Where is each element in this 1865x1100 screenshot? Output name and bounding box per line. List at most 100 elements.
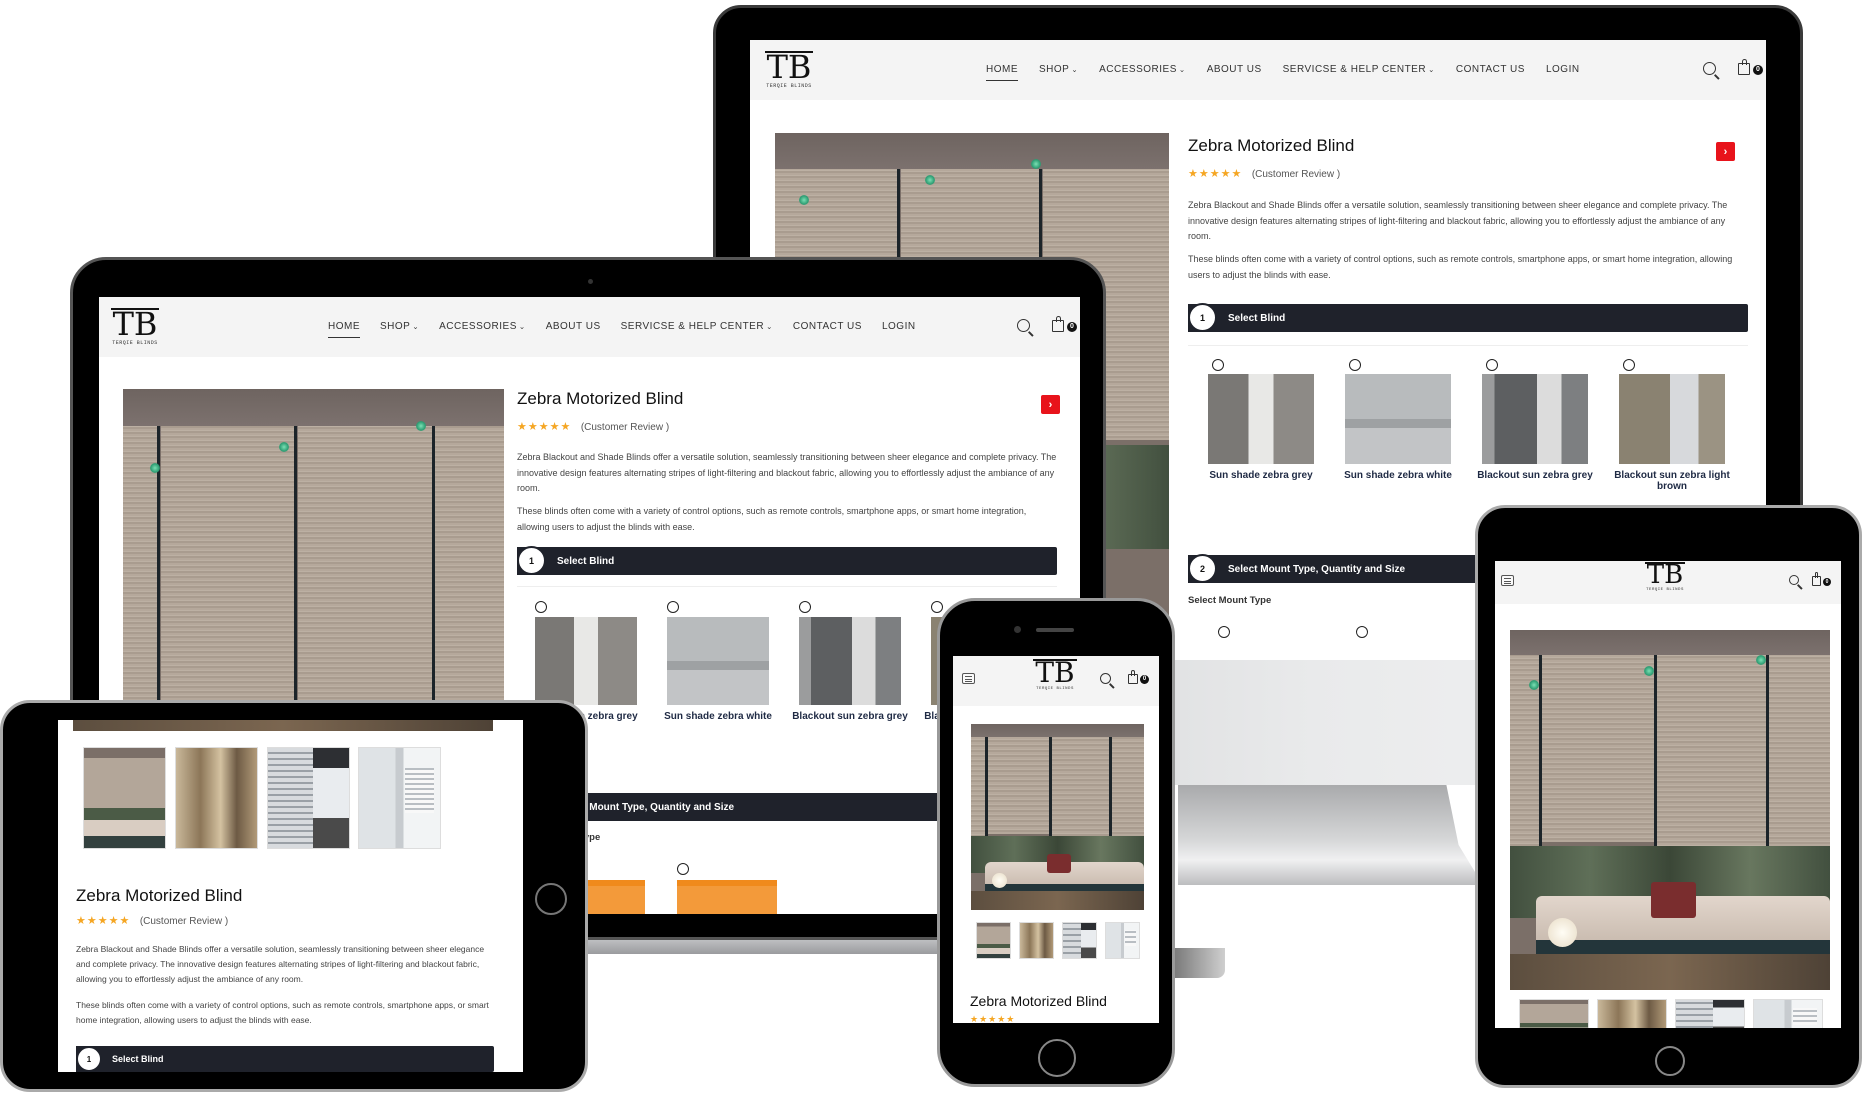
blind-radio[interactable] xyxy=(1623,359,1635,371)
customer-review-link[interactable]: (Customer Review ) xyxy=(581,422,669,433)
blind-swatch[interactable] xyxy=(1482,374,1588,464)
nav-home[interactable]: HOME xyxy=(328,321,360,338)
blind-radio[interactable] xyxy=(1349,359,1361,371)
step-number: 1 xyxy=(1188,303,1217,332)
blind-label: Sun shade zebra white xyxy=(1344,470,1452,481)
home-button[interactable] xyxy=(1655,1046,1685,1076)
nav-shop[interactable]: SHOP ⌄ xyxy=(1039,64,1078,75)
nav-contact-us[interactable]: CONTACT US xyxy=(1456,64,1525,75)
chevron-down-icon: ⌄ xyxy=(766,322,773,331)
search-icon[interactable] xyxy=(1789,575,1799,585)
step-select-blind[interactable]: 1 Select Blind xyxy=(517,546,1057,575)
product-description: Zebra Blackout and Shade Blinds offer a … xyxy=(1188,200,1728,241)
nav-about-us[interactable]: ABOUT US xyxy=(1207,64,1262,75)
mount-radio[interactable] xyxy=(1356,626,1368,638)
mount-option-outside[interactable] xyxy=(677,880,777,914)
nav-services-help-center[interactable]: SERVICSE & HELP CENTER ⌄ xyxy=(1283,64,1435,75)
step-select-blind[interactable]: 1 Select Blind xyxy=(76,1046,494,1072)
rating-stars: ★★★★★ xyxy=(517,420,572,433)
front-camera xyxy=(1014,626,1021,633)
shopping-bag-icon[interactable]: 0 xyxy=(1128,670,1149,684)
brand-logo[interactable]: TB TERQIE BLINDS xyxy=(110,308,160,346)
gallery-thumbnail[interactable] xyxy=(358,747,441,849)
blind-swatch[interactable] xyxy=(1208,374,1314,464)
cart-count-badge: 0 xyxy=(1823,578,1831,586)
search-icon[interactable] xyxy=(1017,319,1030,332)
blind-radio[interactable] xyxy=(799,601,811,613)
blind-radio[interactable] xyxy=(931,601,943,613)
site-header: TB TERQIE BLINDS HOME SHOP ⌄ ACCESSORIES ⌄… xyxy=(750,40,1766,100)
step-number: 1 xyxy=(76,1046,102,1072)
nav-about-us[interactable]: ABOUT US xyxy=(546,321,601,332)
gallery-thumbnail[interactable] xyxy=(1675,999,1745,1028)
product-title: Zebra Motorized Blind xyxy=(1188,136,1355,155)
nav-contact-us[interactable]: CONTACT US xyxy=(793,321,862,332)
product-title: Zebra Motorized Blind xyxy=(970,993,1107,1009)
gallery-thumbnail[interactable] xyxy=(1597,999,1667,1028)
customer-review-link[interactable]: (Customer Review ) xyxy=(1252,169,1340,180)
mount-radio[interactable] xyxy=(1218,626,1230,638)
cart-count-badge: 0 xyxy=(1067,321,1077,332)
gallery-thumbnail[interactable] xyxy=(83,747,166,849)
gallery-thumbnail[interactable] xyxy=(1753,999,1823,1028)
blind-swatch[interactable] xyxy=(1345,374,1451,464)
gallery-thumbnail[interactable] xyxy=(1062,922,1097,959)
tablet-landscape-screen: Zebra Motorized Blind ★★★★★ (Customer Re… xyxy=(58,720,523,1072)
gallery-thumbnail[interactable] xyxy=(976,922,1011,959)
blind-radio[interactable] xyxy=(1486,359,1498,371)
search-icon[interactable] xyxy=(1100,673,1111,684)
chevron-down-icon: ⌄ xyxy=(1178,65,1186,74)
nav-shop[interactable]: SHOP ⌄ xyxy=(380,321,419,332)
nav-accessories[interactable]: ACCESSORIES ⌄ xyxy=(439,321,526,332)
site-header: TB TERQIE BLINDS 0 xyxy=(1495,561,1841,604)
brand-logo[interactable]: TB TERQIE BLINDS xyxy=(764,51,814,89)
blind-swatch[interactable] xyxy=(1619,374,1725,464)
main-nav: HOME SHOP ⌄ ACCESSORIES ⌄ ABOUT US SERVICS… xyxy=(328,321,916,338)
gallery-thumbnail[interactable] xyxy=(1019,922,1054,959)
hamburger-menu-icon[interactable] xyxy=(1501,575,1514,586)
blind-radio[interactable] xyxy=(535,601,547,613)
nav-login[interactable]: LOGIN xyxy=(882,321,916,332)
header-icons: 0 xyxy=(1017,315,1077,332)
blind-radio[interactable] xyxy=(667,601,679,613)
main-nav: HOME SHOP ⌄ ACCESSORIES ⌄ ABOUT US SERVICS… xyxy=(986,64,1580,81)
next-product-button[interactable]: › xyxy=(1041,395,1060,414)
hamburger-menu-icon[interactable] xyxy=(962,673,975,684)
shopping-bag-icon[interactable]: 0 xyxy=(1738,58,1763,75)
gallery-thumbnail[interactable] xyxy=(1519,999,1589,1028)
customer-review-link[interactable]: (Customer Review ) xyxy=(140,916,228,927)
mount-radio[interactable] xyxy=(677,863,689,875)
product-description: Zebra Blackout and Shade Blinds offer a … xyxy=(517,452,1057,493)
blind-swatch[interactable] xyxy=(667,617,769,705)
chevron-down-icon: ⌄ xyxy=(412,322,420,331)
divider xyxy=(517,586,1057,587)
shopping-bag-icon[interactable]: 0 xyxy=(1052,315,1077,332)
home-button[interactable] xyxy=(535,883,567,915)
shopping-bag-icon[interactable]: 0 xyxy=(1812,572,1831,586)
header-icons: 0 xyxy=(1703,58,1763,75)
nav-home[interactable]: HOME xyxy=(986,64,1018,81)
brand-logo[interactable]: TB TERQIE BLINDS xyxy=(1033,659,1077,691)
home-button[interactable] xyxy=(1038,1039,1076,1077)
gallery-thumbnail[interactable] xyxy=(1105,922,1140,959)
brand-logo[interactable]: TB TERQIE BLINDS xyxy=(1644,562,1686,592)
step-select-blind[interactable]: 1 Select Blind xyxy=(1188,303,1748,332)
nav-accessories[interactable]: ACCESSORIES ⌄ xyxy=(1099,64,1186,75)
nav-login[interactable]: LOGIN xyxy=(1546,64,1580,75)
gallery-thumbnail[interactable] xyxy=(267,747,350,849)
blind-radio[interactable] xyxy=(1212,359,1224,371)
laptop-camera xyxy=(588,279,593,284)
step-number: 1 xyxy=(517,546,546,575)
product-main-image[interactable] xyxy=(971,724,1144,910)
divider xyxy=(1188,345,1748,346)
product-main-image[interactable] xyxy=(1510,630,1830,990)
nav-services-help-center[interactable]: SERVICSE & HELP CENTER ⌄ xyxy=(621,321,773,332)
gallery-thumbnail[interactable] xyxy=(175,747,258,849)
product-main-image[interactable] xyxy=(73,720,493,731)
phone-screen: TB TERQIE BLINDS 0 Zebra Motorized Blind… xyxy=(953,656,1159,1023)
rating-stars: ★★★★★ xyxy=(970,1015,1016,1023)
search-icon[interactable] xyxy=(1703,62,1716,75)
blind-swatch[interactable] xyxy=(535,617,637,705)
blind-swatch[interactable] xyxy=(799,617,901,705)
next-product-button[interactable]: › xyxy=(1716,142,1735,161)
